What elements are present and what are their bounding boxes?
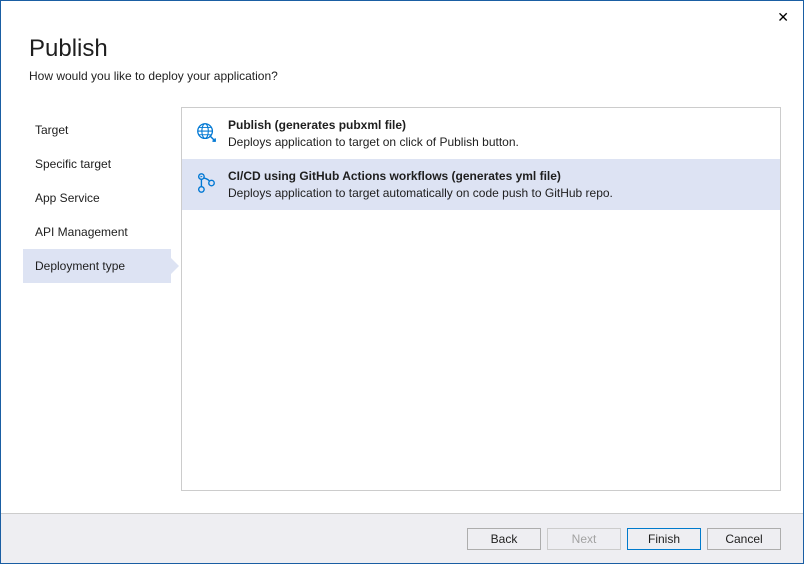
sidebar-item-api-management[interactable]: API Management <box>23 215 171 249</box>
option-title: Publish (generates pubxml file) <box>228 118 766 132</box>
next-button: Next <box>547 528 621 550</box>
sidebar-item-app-service[interactable]: App Service <box>23 181 171 215</box>
page-title: Publish <box>29 35 775 63</box>
sidebar-item-label: API Management <box>35 225 128 239</box>
wizard-steps-sidebar: Target Specific target App Service API M… <box>23 107 171 491</box>
dialog-footer: Back Next Finish Cancel <box>1 513 803 563</box>
header: Publish How would you like to deploy you… <box>1 1 803 93</box>
option-publish[interactable]: Publish (generates pubxml file) Deploys … <box>182 108 780 159</box>
globe-publish-icon <box>194 120 218 144</box>
back-button[interactable]: Back <box>467 528 541 550</box>
sidebar-item-label: App Service <box>35 191 100 205</box>
workflow-branch-icon <box>194 171 218 195</box>
page-subtitle: How would you like to deploy your applic… <box>29 69 775 83</box>
option-desc: Deploys application to target on click o… <box>228 135 766 149</box>
sidebar-item-target[interactable]: Target <box>23 113 171 147</box>
option-cicd-github[interactable]: CI/CD using GitHub Actions workflows (ge… <box>182 159 780 210</box>
sidebar-item-specific-target[interactable]: Specific target <box>23 147 171 181</box>
finish-button[interactable]: Finish <box>627 528 701 550</box>
sidebar-item-label: Deployment type <box>35 259 125 273</box>
option-desc: Deploys application to target automatica… <box>228 186 766 200</box>
cancel-button[interactable]: Cancel <box>707 528 781 550</box>
sidebar-item-label: Specific target <box>35 157 111 171</box>
sidebar-item-deployment-type[interactable]: Deployment type <box>23 249 171 283</box>
close-icon[interactable]: ✕ <box>777 9 789 26</box>
option-title: CI/CD using GitHub Actions workflows (ge… <box>228 169 766 183</box>
options-panel: Publish (generates pubxml file) Deploys … <box>181 107 781 491</box>
sidebar-item-label: Target <box>35 123 68 137</box>
